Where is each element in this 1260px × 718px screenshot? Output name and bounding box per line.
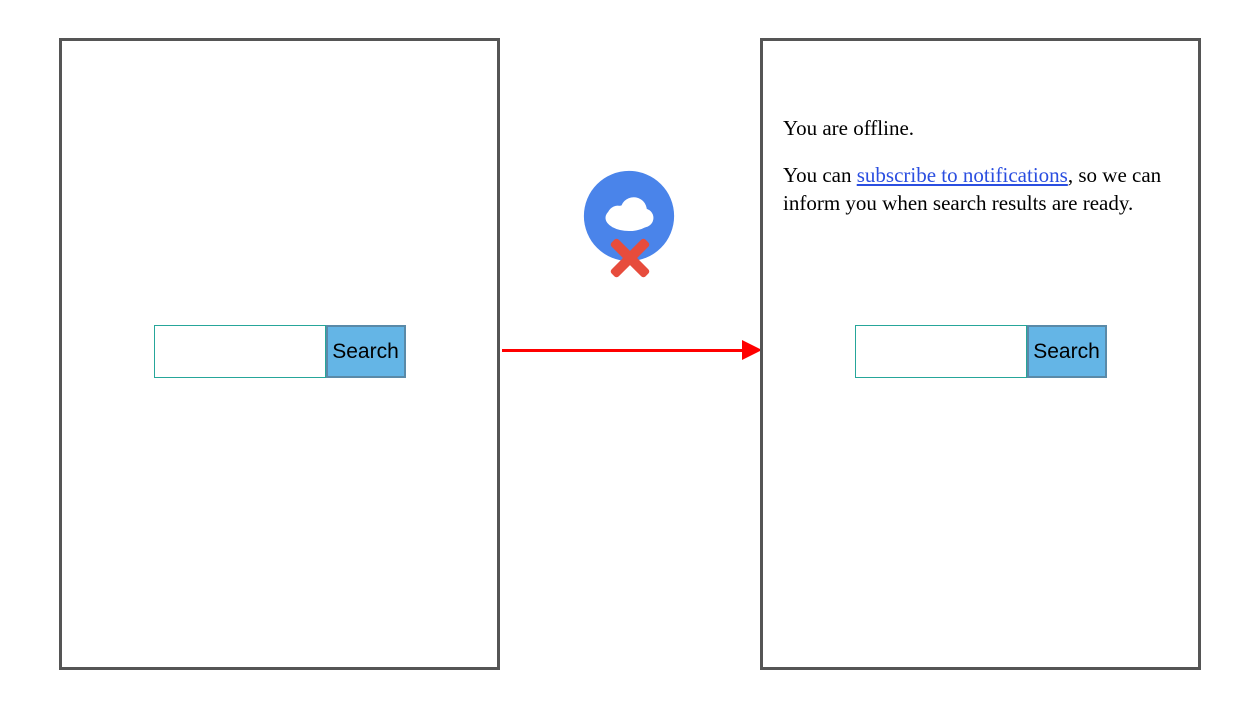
search-input[interactable] xyxy=(154,325,326,378)
panel-after: You are offline. You can subscribe to no… xyxy=(760,38,1201,670)
offline-message-line2: You can subscribe to notifications, so w… xyxy=(783,162,1178,217)
diagram-stage: Search You are offline. You can subscrib… xyxy=(0,0,1260,718)
offline-x-icon xyxy=(607,236,651,280)
panel-before: Search xyxy=(59,38,500,670)
subscribe-link[interactable]: subscribe to notifications xyxy=(857,163,1068,187)
search-button[interactable]: Search xyxy=(326,325,406,378)
offline-message-line1: You are offline. xyxy=(783,115,1178,142)
search-bar: Search xyxy=(154,325,406,378)
offline-message: You are offline. You can subscribe to no… xyxy=(783,115,1178,237)
search-bar: Search xyxy=(855,325,1107,378)
search-input[interactable] xyxy=(855,325,1027,378)
search-button[interactable]: Search xyxy=(1027,325,1107,378)
